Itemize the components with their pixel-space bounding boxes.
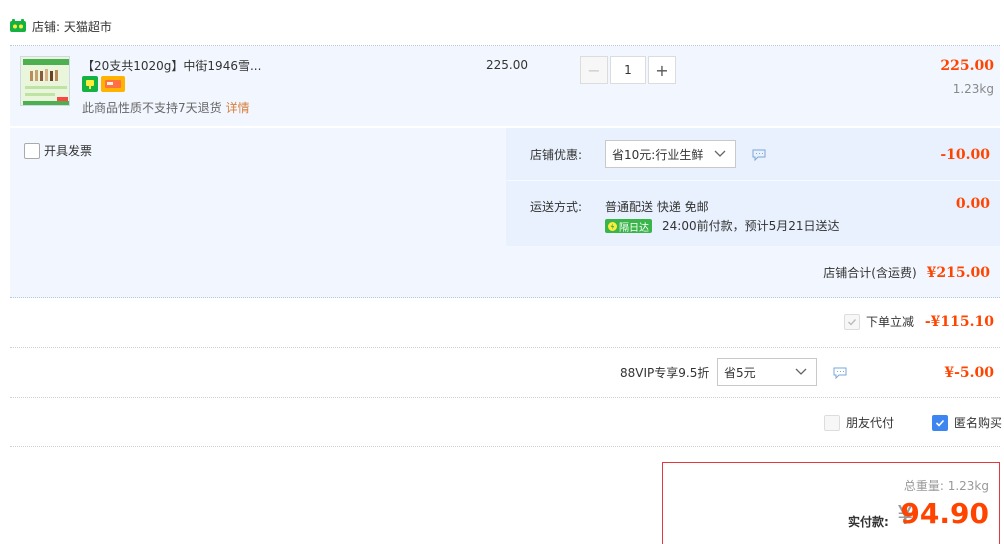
chevron-down-icon [714, 150, 726, 157]
order-discount-option: 下单立减 [843, 313, 914, 330]
vip-label: 88VIP专享9.5折 [620, 366, 710, 380]
store-total: 店铺合计(含运费) ¥215.00 [823, 264, 990, 281]
divider [10, 446, 1000, 447]
invoice-label: 开具发票 [44, 144, 93, 158]
discount-shipping-panel: 店铺优惠: 省10元:行业生鲜 -10.00 运送方式: 普通配送 快递 免邮 … [506, 128, 1000, 246]
message-icon[interactable] [752, 149, 766, 161]
detail-link[interactable]: 详情 [226, 101, 250, 115]
shipping-fee: 0.00 [955, 196, 990, 212]
chevron-down-icon [795, 368, 807, 375]
anonymous-label: 匿名购买 [954, 416, 1003, 430]
shipping-method: 普通配送 快递 免邮 [605, 200, 709, 214]
order-discount-label: 下单立减 [865, 315, 914, 329]
vip-discount-amount: ¥-5.00 [944, 365, 994, 381]
divider [10, 297, 1000, 298]
invoice-option[interactable]: 开具发票 [24, 142, 92, 159]
quantity-stepper: − + [580, 56, 676, 84]
friend-pay-checkbox[interactable] [824, 414, 840, 431]
message-icon[interactable] [833, 367, 847, 379]
divider [10, 347, 1000, 348]
store-name[interactable]: 店铺: 天猫超市 [32, 18, 112, 35]
no-return-text: 此商品性质不支持7天退货 [82, 101, 222, 115]
store-total-label: 店铺合计(含运费) [823, 266, 917, 280]
store-discount-select[interactable]: 省10元:行业生鲜 [605, 140, 736, 168]
lightning-icon [608, 221, 617, 231]
total-weight: 总重量: 1.23kg [903, 479, 989, 493]
increase-quantity-button[interactable]: + [648, 56, 676, 84]
store-options-panel: 开具发票 店铺优惠: 省10元:行业生鲜 -10.00 运送方式: 普通配送 快… [10, 128, 1000, 298]
store-total-amount: ¥215.00 [926, 265, 990, 281]
shipping-label: 运送方式: [530, 200, 583, 214]
friend-pay-option: 朋友代付 [824, 414, 894, 431]
quantity-input[interactable] [610, 56, 646, 84]
invoice-checkbox[interactable] [24, 142, 40, 159]
check-icon [935, 419, 945, 427]
delivery-estimate: 24:00前付款，预计5月21日送达 [662, 219, 840, 233]
vip-discount-value: 省5元 [724, 365, 756, 380]
product-image-icon [21, 57, 69, 105]
payment-summary: 总重量: 1.23kg 实付款: ¥ 94.90 [662, 462, 1000, 544]
divider [506, 180, 1000, 181]
next-day-badge: 隔日达 [605, 219, 652, 234]
store-discount-label: 店铺优惠: [530, 148, 583, 162]
unit-price: 225.00 [486, 58, 528, 72]
friend-pay-label: 朋友代付 [846, 416, 895, 430]
no-return-notice: 此商品性质不支持7天退货 详情 [82, 99, 250, 116]
order-discount-checkbox[interactable] [843, 313, 860, 330]
pay-amount: 94.90 [900, 497, 989, 530]
tmall-badge-icon [82, 76, 98, 92]
product-title[interactable]: 【20支共1020g】中街1946雪... [82, 57, 261, 74]
store-discount-value: 省10元:行业生鲜 [612, 147, 704, 162]
anonymous-purchase-option: 匿名购买 [932, 414, 1002, 431]
check-icon [847, 318, 857, 326]
vip-discount-select[interactable]: 省5元 [717, 358, 817, 386]
tmall-store-icon [10, 19, 26, 32]
product-thumbnail[interactable] [20, 56, 70, 106]
next-day-text: 隔日达 [619, 222, 649, 234]
item-weight: 1.23kg [952, 82, 994, 96]
decrease-quantity-button[interactable]: − [580, 56, 608, 84]
item-line-total: 225.00 [940, 58, 994, 74]
order-discount-amount: -¥115.10 [924, 314, 994, 330]
card-badge-icon [101, 76, 125, 92]
divider [10, 397, 1000, 398]
pay-label: 实付款: [848, 515, 889, 529]
store-header: 店铺: 天猫超市 [10, 14, 112, 38]
store-discount-amount: -10.00 [940, 147, 990, 163]
cart-item-row: 【20支共1020g】中街1946雪... 此商品性质不支持7天退货 详情 225… [10, 46, 1000, 126]
anonymous-checkbox[interactable] [932, 414, 948, 431]
